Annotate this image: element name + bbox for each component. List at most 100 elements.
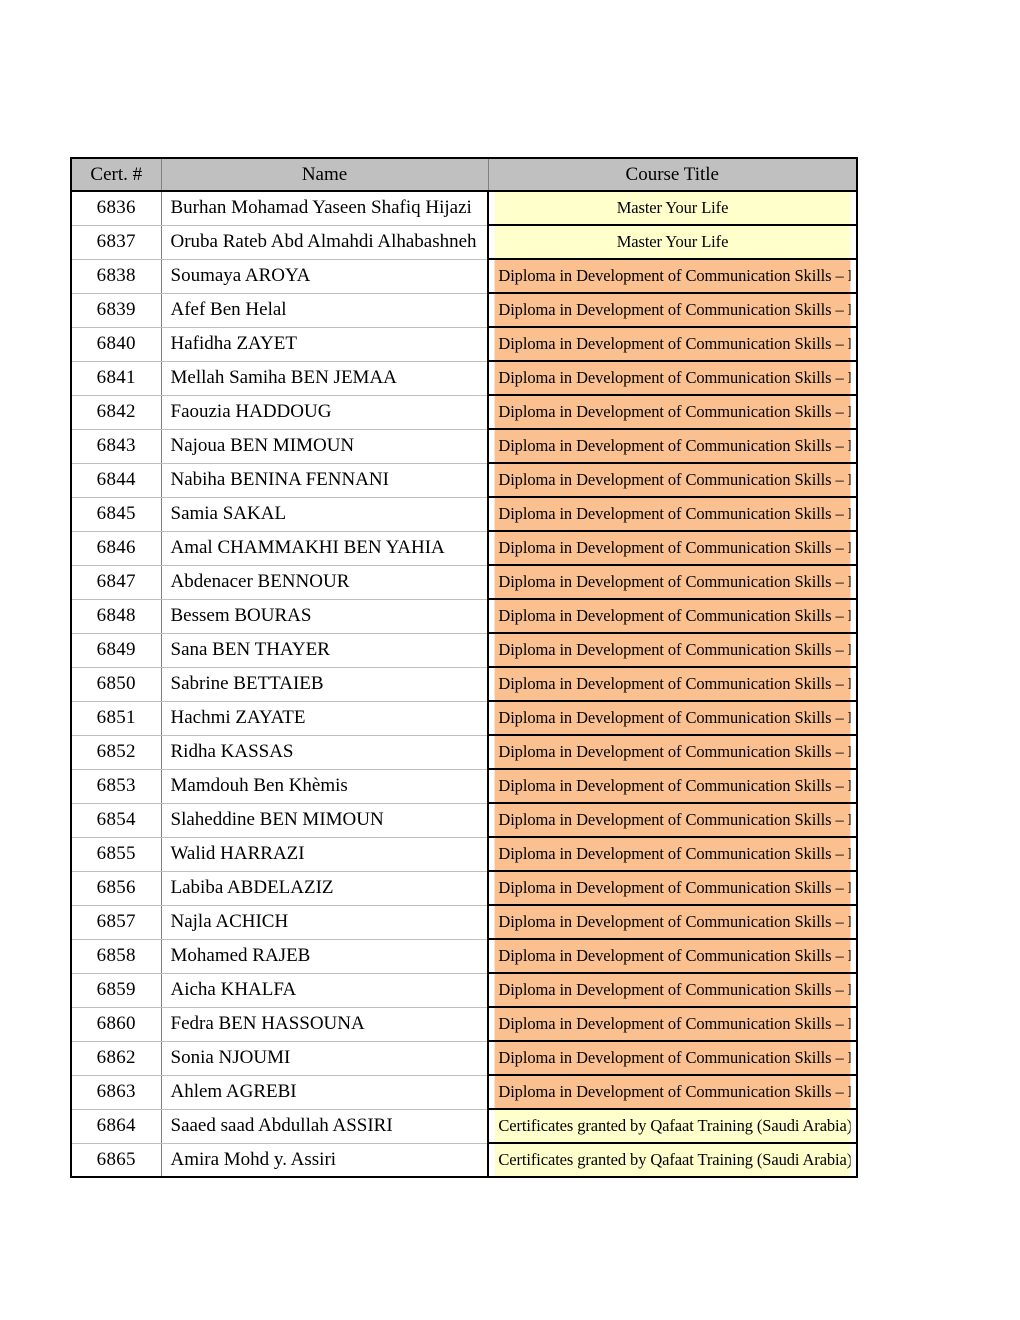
cell-cert-number: 6856 bbox=[71, 871, 162, 906]
cell-course-title: Diploma in Development of Communication … bbox=[492, 632, 852, 668]
table-row: 6837 Oruba Rateb Abd Almahdi Alhabashneh M… bbox=[71, 224, 857, 260]
cell-cert-number: 6851 bbox=[71, 701, 162, 736]
certificate-table-container: Cert. # Name Course Title 6836 Burhan Moh… bbox=[70, 157, 858, 1178]
cell-name: Walid HARRAZI bbox=[161, 837, 489, 872]
table-row: 6857 Najla ACHICH Diploma in Development o… bbox=[71, 904, 857, 940]
cell-course-title: Diploma in Development of Communication … bbox=[492, 496, 852, 532]
cell-course-title: Diploma in Development of Communication … bbox=[492, 292, 852, 328]
table-row: 6841 Mellah Samiha BEN JEMAA Diploma in De… bbox=[71, 360, 857, 396]
cell-name: Sana BEN THAYER bbox=[161, 633, 489, 668]
table-body: 6836 Burhan Mohamad Yaseen Shafiq Hijazi M… bbox=[71, 190, 857, 1178]
table-row: 6849 Sana BEN THAYER Diploma in Developmen… bbox=[71, 632, 857, 668]
cell-name: Sabrine BETTAIEB bbox=[161, 667, 489, 702]
table-row: 6850 Sabrine BETTAIEB Diploma in Developme… bbox=[71, 666, 857, 702]
cell-course-title: Certificates granted by Qafaat Training … bbox=[492, 1142, 852, 1178]
table-row: 6839 Afef Ben Helal Diploma in Development… bbox=[71, 292, 857, 328]
cell-course-title: Diploma in Development of Communication … bbox=[492, 326, 852, 362]
table-row: 6848 Bessem BOURAS Diploma in Development … bbox=[71, 598, 857, 634]
table-row: 6846 Amal CHAMMAKHI BEN YAHIA Diploma in D… bbox=[71, 530, 857, 566]
cell-cert-number: 6859 bbox=[71, 973, 162, 1008]
cell-cert-number: 6852 bbox=[71, 735, 162, 770]
cell-name: Faouzia HADDOUG bbox=[161, 395, 489, 430]
cell-course-title: Diploma in Development of Communication … bbox=[492, 360, 852, 396]
cell-course-title: Diploma in Development of Communication … bbox=[492, 734, 852, 770]
certificate-table: Cert. # Name Course Title 6836 Burhan Moh… bbox=[70, 157, 858, 1178]
table-row: 6847 Abdenacer BENNOUR Diploma in Developm… bbox=[71, 564, 857, 600]
table-row: 6862 Sonia NJOUMI Diploma in Development o… bbox=[71, 1040, 857, 1076]
table-row: 6838 Soumaya AROYA Diploma in Development … bbox=[71, 258, 857, 294]
table-row: 6853 Mamdouh Ben Khèmis Diploma in Develop… bbox=[71, 768, 857, 804]
cell-name: Ridha KASSAS bbox=[161, 735, 489, 770]
table-row: 6859 Aicha KHALFA Diploma in Development o… bbox=[71, 972, 857, 1008]
cell-course-title: Diploma in Development of Communication … bbox=[492, 462, 852, 498]
table-row: 6860 Fedra BEN HASSOUNA Diploma in Develop… bbox=[71, 1006, 857, 1042]
cell-cert-number: 6853 bbox=[71, 769, 162, 804]
cell-cert-number: 6848 bbox=[71, 599, 162, 634]
header-row: Cert. # Name Course Title bbox=[71, 157, 857, 192]
cell-name: Amira Mohd y. Assiri bbox=[161, 1143, 489, 1177]
cell-cert-number: 6841 bbox=[71, 361, 162, 396]
cell-name: Bessem BOURAS bbox=[161, 599, 489, 634]
column-header-cert-number: Cert. # bbox=[71, 157, 162, 192]
cell-cert-number: 6839 bbox=[71, 293, 162, 328]
cell-name: Slaheddine BEN MIMOUN bbox=[161, 803, 489, 838]
cell-course-title: Diploma in Development of Communication … bbox=[492, 258, 852, 294]
table-row: 6854 Slaheddine BEN MIMOUN Diploma in Deve… bbox=[71, 802, 857, 838]
cell-name: Soumaya AROYA bbox=[161, 259, 489, 294]
table-row: 6836 Burhan Mohamad Yaseen Shafiq Hijazi M… bbox=[71, 190, 857, 226]
table-row: 6863 Ahlem AGREBI Diploma in Development o… bbox=[71, 1074, 857, 1110]
cell-cert-number: 6836 bbox=[71, 191, 162, 226]
cell-name: Abdenacer BENNOUR bbox=[161, 565, 489, 600]
cell-name: Amal CHAMMAKHI BEN YAHIA bbox=[161, 531, 489, 566]
cell-course-title: Diploma in Development of Communication … bbox=[492, 870, 852, 906]
cell-cert-number: 6862 bbox=[71, 1041, 162, 1076]
cell-course-title: Diploma in Development of Communication … bbox=[492, 836, 852, 872]
cell-course-title: Diploma in Development of Communication … bbox=[492, 700, 852, 736]
cell-cert-number: 6846 bbox=[71, 531, 162, 566]
cell-name: Ahlem AGREBI bbox=[161, 1075, 489, 1110]
cell-cert-number: 6847 bbox=[71, 565, 162, 600]
cell-course-title: Diploma in Development of Communication … bbox=[492, 1074, 852, 1110]
cell-name: Labiba ABDELAZIZ bbox=[161, 871, 489, 906]
cell-name: Hafidha ZAYET bbox=[161, 327, 489, 362]
cell-name: Sonia NJOUMI bbox=[161, 1041, 489, 1076]
cell-cert-number: 6863 bbox=[71, 1075, 162, 1110]
cell-cert-number: 6865 bbox=[71, 1143, 162, 1177]
table-row: 6864 Saaed saad Abdullah ASSIRI Certificat… bbox=[71, 1108, 857, 1144]
cell-course-title: Diploma in Development of Communication … bbox=[492, 666, 852, 702]
cell-cert-number: 6842 bbox=[71, 395, 162, 430]
cell-name: Najla ACHICH bbox=[161, 905, 489, 940]
column-header-course-title: Course Title bbox=[487, 157, 857, 192]
table-row: 6842 Faouzia HADDOUG Diploma in Developmen… bbox=[71, 394, 857, 430]
column-header-name: Name bbox=[160, 157, 489, 192]
table-row: 6845 Samia SAKAL Diploma in Development of… bbox=[71, 496, 857, 532]
cell-cert-number: 6840 bbox=[71, 327, 162, 362]
cell-course-title: Certificates granted by Qafaat Training … bbox=[492, 1108, 852, 1144]
cell-name: Aicha KHALFA bbox=[161, 973, 489, 1008]
cell-course-title: Diploma in Development of Communication … bbox=[492, 768, 852, 804]
cell-name: Mamdouh Ben Khèmis bbox=[161, 769, 489, 804]
cell-course-title: Master Your Life bbox=[492, 224, 852, 260]
table-header: Cert. # Name Course Title bbox=[71, 157, 857, 192]
cell-course-title: Diploma in Development of Communication … bbox=[492, 428, 852, 464]
cell-cert-number: 6844 bbox=[71, 463, 162, 498]
cell-cert-number: 6854 bbox=[71, 803, 162, 838]
cell-course-title: Diploma in Development of Communication … bbox=[492, 1040, 852, 1076]
cell-name: Oruba Rateb Abd Almahdi Alhabashneh bbox=[161, 225, 489, 260]
cell-name: Hachmi ZAYATE bbox=[161, 701, 489, 736]
cell-course-title: Diploma in Development of Communication … bbox=[492, 972, 852, 1008]
table-row: 6852 Ridha KASSAS Diploma in Development o… bbox=[71, 734, 857, 770]
cell-cert-number: 6850 bbox=[71, 667, 162, 702]
table-row: 6844 Nabiha BENINA FENNANI Diploma in Deve… bbox=[71, 462, 857, 498]
cell-name: Burhan Mohamad Yaseen Shafiq Hijazi bbox=[161, 191, 489, 226]
cell-course-title: Diploma in Development of Communication … bbox=[492, 1006, 852, 1042]
cell-name: Afef Ben Helal bbox=[161, 293, 489, 328]
cell-course-title: Diploma in Development of Communication … bbox=[492, 394, 852, 430]
cell-name: Najoua BEN MIMOUN bbox=[161, 429, 489, 464]
cell-course-title: Diploma in Development of Communication … bbox=[492, 564, 852, 600]
cell-cert-number: 6845 bbox=[71, 497, 162, 532]
cell-name: Mellah Samiha BEN JEMAA bbox=[161, 361, 489, 396]
cell-cert-number: 6864 bbox=[71, 1109, 162, 1144]
cell-name: Samia SAKAL bbox=[161, 497, 489, 532]
table-row: 6865 Amira Mohd y. Assiri Certificates gra… bbox=[71, 1142, 857, 1178]
